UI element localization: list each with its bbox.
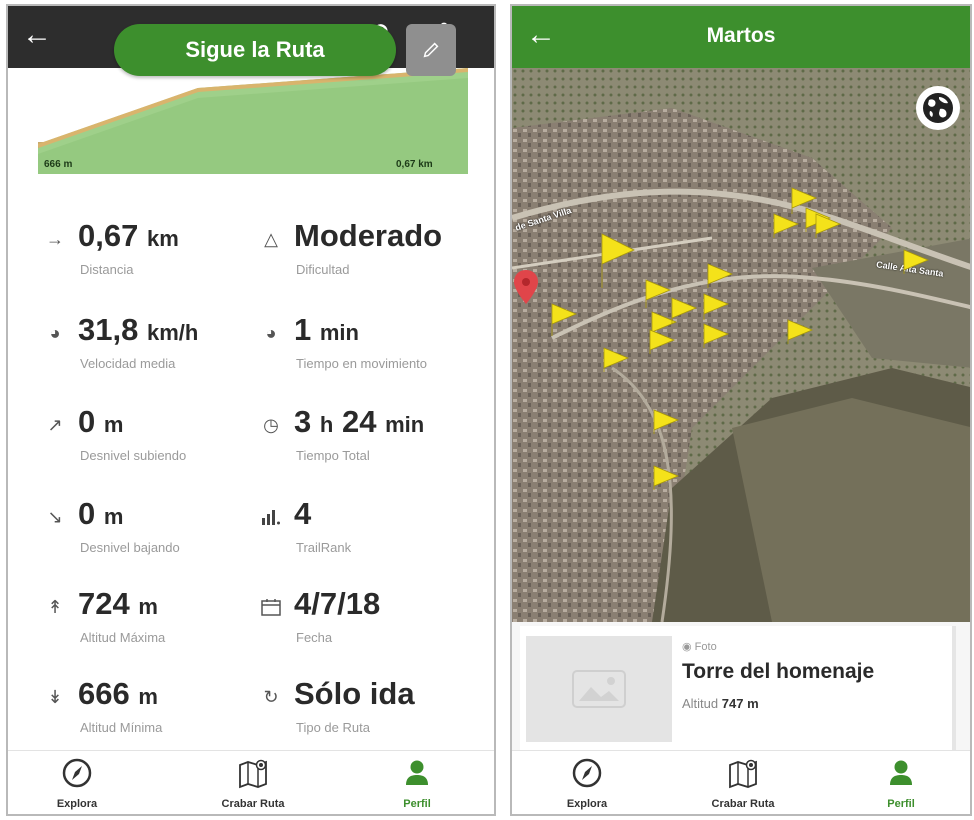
elevation-min-label: 666 m [44,159,73,170]
stat-value: 3 [294,404,312,439]
stat-unit: m [138,684,158,709]
descent-arrow-icon: ↘ [47,506,63,527]
difficulty-triangle-icon: △ [264,228,278,249]
poi-name: Torre del homenaje [682,660,875,683]
stat-descent: ↘ 0 m Desnivel bajando [44,496,274,586]
stat-unit: m [103,504,124,529]
stat-label: Altitud Mínima [80,720,163,735]
stat-label: Tiempo en movimiento [296,356,428,371]
stat-value: 0 [78,404,96,439]
nav-profile-label: Perfil [887,798,915,810]
compass-icon [572,758,602,788]
min-altitude-icon: ↡ [47,686,63,707]
nav-explore[interactable]: Explora [542,757,632,810]
stat-average-speed: ◕ 31,8 km/h Velocidad media [44,312,274,402]
edit-button[interactable] [406,24,456,76]
stat-label: Dificultad [296,262,350,277]
calendar-icon [260,596,282,618]
loop-arrow-icon: ↻ [263,686,279,707]
stat-value: 4/7/18 [294,586,381,621]
stat-unit: m [103,412,124,437]
stat-value: Sólo ida [294,676,415,711]
pencil-icon [423,42,439,58]
stat-label: Altitud Máxima [80,630,166,645]
stat-value: 666 [78,676,130,711]
stat-value: Moderado [294,218,443,253]
stat-unit: m [138,594,158,619]
page-title: Martos [706,24,776,47]
stat-moving-time: ◕ 1 min Tiempo en movimiento [260,312,490,402]
poi-thumbnail [526,636,672,742]
trailrank-bars-icon [260,506,282,528]
stat-label: Desnivel subiendo [80,448,187,463]
satellite-map[interactable]: de Santa Villa Calle Alta Santa [512,68,970,622]
map-record-icon [239,759,267,789]
stat-label: Fecha [296,630,333,645]
stat-ascent: ↗ 0 m Desnivel subiendo [44,404,274,494]
stat-unit: min [319,320,359,345]
stat-trailrank: 4 TrailRank [260,496,490,586]
stat-label: Velocidad media [80,356,176,371]
nav-explore[interactable]: Explora [32,757,122,810]
stat-total-time: ◷ 3 h 24 min Tiempo Total [260,404,490,494]
poi-altitude-label: Altitud [682,696,719,711]
nav-profile[interactable]: Perfil [856,757,946,810]
route-details-screen: ← Martos Sigue la Ruta 666 m 0,67 km → 0… [6,4,496,816]
poi-type-label: Foto [694,641,717,653]
clock-icon: ◷ [263,414,279,435]
user-icon [406,760,428,785]
elevation-distance-label: 0,67 km [396,159,433,170]
distance-arrow-icon: → [46,228,64,249]
location-pin-icon [514,270,538,304]
stat-unit-2: min [385,412,425,437]
nav-explore-label: Explora [566,798,608,810]
nav-record-route[interactable]: Crabar Ruta [698,757,788,810]
stat-value: 31,8 [78,312,139,347]
stat-difficulty: △ Moderado Dificultad [260,218,490,308]
compass-icon [62,758,92,788]
stat-label: Distancia [80,262,134,277]
waypoint-flags [514,187,930,490]
route-stats: → 0,67 km Distancia △ Moderado Dificulta… [8,176,494,754]
nav-explore-label: Explora [56,798,98,810]
bottom-nav: Explora Crabar Ruta Perfil [8,750,494,814]
stat-value: 724 [78,586,130,621]
user-icon [890,760,912,785]
follow-route-button[interactable]: Sigue la Ruta [114,24,396,76]
stat-label: Desnivel bajando [80,540,180,555]
stat-value: 0,67 [78,218,139,253]
stat-value: 0 [78,496,96,531]
stat-value: 1 [294,312,312,347]
poi-altitude-value: 747 m [721,696,759,711]
camera-icon: ◉ [682,641,692,653]
speed-gauge-icon: ◕ [49,322,61,343]
stat-label: TrailRank [296,540,352,555]
stat-unit: km [146,226,179,251]
max-altitude-icon: ↟ [47,596,63,617]
nav-record-label: Crabar Ruta [711,798,775,810]
top-bar: ← Martos [512,6,970,68]
stat-value-2: 24 [341,404,377,439]
photo-placeholder-icon [572,670,626,708]
moving-time-gauge-icon: ◕ [265,322,277,343]
stat-unit: km/h [146,320,199,345]
stat-label: Tipo de Ruta [296,720,370,735]
map-record-icon [729,759,757,789]
bottom-nav: Explora Crabar Ruta Perfil [512,750,970,814]
nav-record-route[interactable]: Crabar Ruta [208,757,298,810]
stat-value: 4 [294,496,312,531]
stat-unit: h [319,412,334,437]
stat-distance: → 0,67 km Distancia [44,218,274,308]
stat-label: Tiempo Total [296,448,370,463]
nav-record-label: Crabar Ruta [221,798,285,810]
ascent-arrow-icon: ↗ [47,414,63,435]
poi-card-inner: ◉ Foto Torre del homenaje Altitud 747 m [520,626,956,750]
poi-card[interactable]: ◉ Foto Torre del homenaje Altitud 747 m [512,622,970,754]
nav-profile[interactable]: Perfil [372,757,462,810]
nav-profile-label: Perfil [403,798,431,810]
stat-date: 4/7/18 Fecha [260,586,490,676]
stat-max-altitude: ↟ 724 m Altitud Máxima [44,586,274,676]
route-map-screen: ← Martos de Santa Villa Calle Alta Santa… [510,4,972,816]
